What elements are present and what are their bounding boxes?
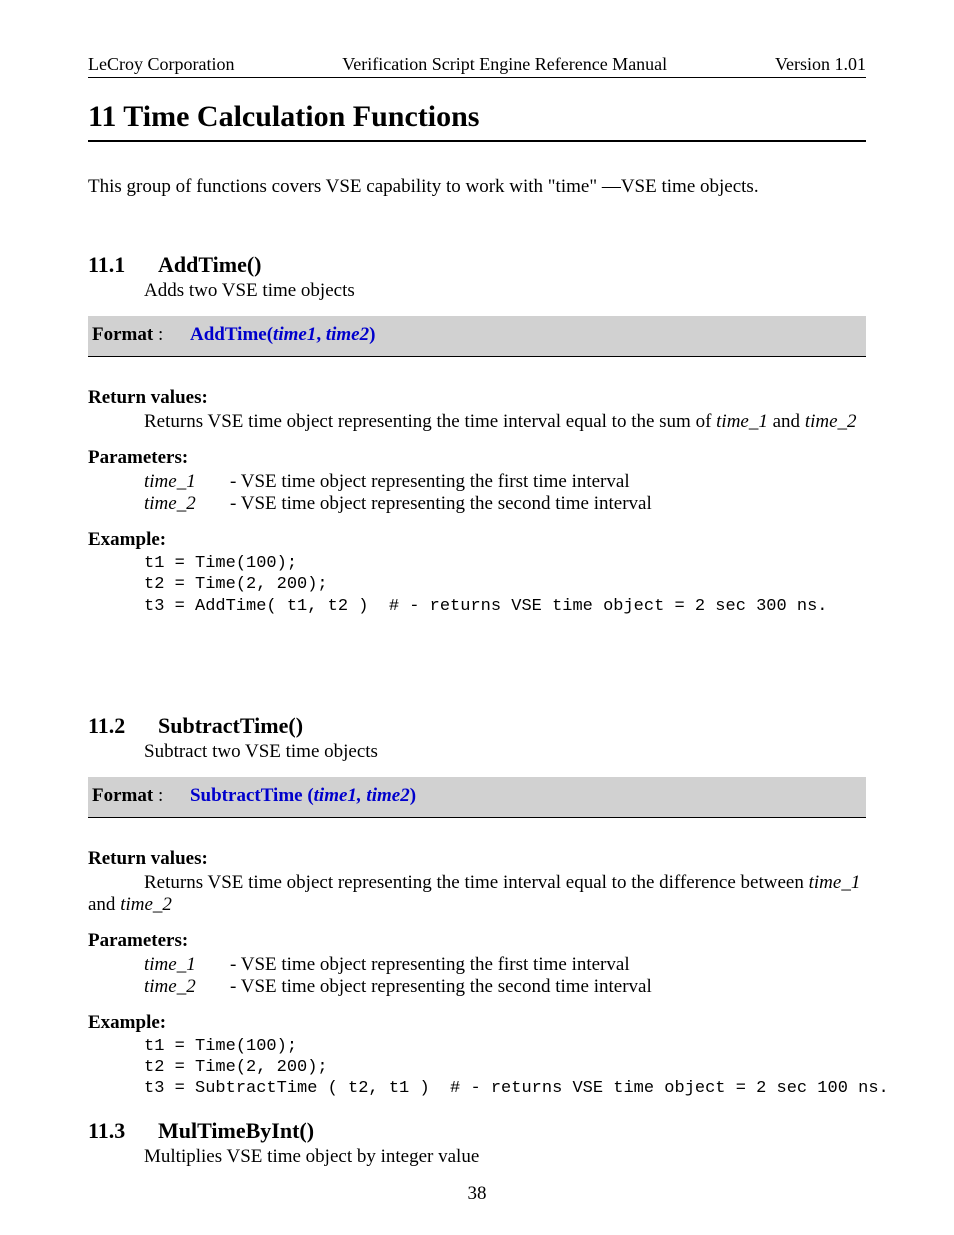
section-name: MulTimeByInt() xyxy=(158,1118,314,1143)
section-heading-addtime: 11.1AddTime() xyxy=(88,252,866,278)
chapter-title: 11 Time Calculation Functions xyxy=(88,100,866,134)
table-row: time_2 - VSE time object representing th… xyxy=(144,976,658,998)
format-label: Format xyxy=(92,785,153,806)
return-values-text: Returns VSE time object representing the… xyxy=(144,411,866,433)
return-values-text: Returns VSE time object representing the… xyxy=(88,872,866,916)
chapter-intro: This group of functions covers VSE capab… xyxy=(88,176,866,198)
format-bar: Format : SubtractTime (time1, time2) xyxy=(88,777,866,818)
page: LeCroy Corporation Verification Script E… xyxy=(0,0,954,1235)
format-call: AddTime(time1, time2) xyxy=(190,324,375,345)
header-center: Verification Script Engine Reference Man… xyxy=(342,54,667,75)
param-name: time_2 xyxy=(144,493,230,515)
format-label: Format xyxy=(92,324,153,345)
table-row: time_1 - VSE time object representing th… xyxy=(144,954,658,976)
param-desc: - VSE time object representing the secon… xyxy=(230,493,658,515)
section-heading-multimebyint: 11.3MulTimeByInt() xyxy=(88,1118,866,1144)
parameters-heading: Parameters: xyxy=(88,930,866,952)
return-values-heading: Return values: xyxy=(88,387,866,409)
param-name: time_2 xyxy=(144,976,230,998)
format-bar: Format : AddTime(time1, time2) xyxy=(88,316,866,357)
section-number: 11.2 xyxy=(88,713,158,739)
param-name: time_1 xyxy=(144,471,230,493)
param-desc: - VSE time object representing the first… xyxy=(230,954,658,976)
section-number: 11.3 xyxy=(88,1118,158,1144)
table-row: time_1 - VSE time object representing th… xyxy=(144,471,658,493)
parameters-table: time_1 - VSE time object representing th… xyxy=(144,471,658,515)
parameters-table: time_1 - VSE time object representing th… xyxy=(144,954,658,998)
section-desc: Adds two VSE time objects xyxy=(144,280,866,302)
return-values-heading: Return values: xyxy=(88,848,866,870)
table-row: time_2 - VSE time object representing th… xyxy=(144,493,658,515)
spacer xyxy=(88,1100,866,1118)
parameters-heading: Parameters: xyxy=(88,447,866,469)
section-desc: Multiplies VSE time object by integer va… xyxy=(144,1146,866,1168)
section-desc: Subtract two VSE time objects xyxy=(144,741,866,763)
page-header: LeCroy Corporation Verification Script E… xyxy=(88,54,866,78)
example-code: t1 = Time(100); t2 = Time(2, 200); t3 = … xyxy=(144,1036,866,1100)
param-desc: - VSE time object representing the secon… xyxy=(230,976,658,998)
spacer xyxy=(88,617,866,713)
chapter-rule xyxy=(88,140,866,142)
section-number: 11.1 xyxy=(88,252,158,278)
format-call: SubtractTime (time1, time2) xyxy=(190,785,416,806)
section-name: AddTime() xyxy=(158,252,262,277)
example-heading: Example: xyxy=(88,1012,866,1034)
example-heading: Example: xyxy=(88,529,866,551)
page-number: 38 xyxy=(0,1183,954,1205)
section-heading-subtracttime: 11.2SubtractTime() xyxy=(88,713,866,739)
header-left: LeCroy Corporation xyxy=(88,54,234,75)
param-name: time_1 xyxy=(144,954,230,976)
example-code: t1 = Time(100); t2 = Time(2, 200); t3 = … xyxy=(144,553,866,617)
param-desc: - VSE time object representing the first… xyxy=(230,471,658,493)
header-right: Version 1.01 xyxy=(775,54,866,75)
section-name: SubtractTime() xyxy=(158,713,303,738)
